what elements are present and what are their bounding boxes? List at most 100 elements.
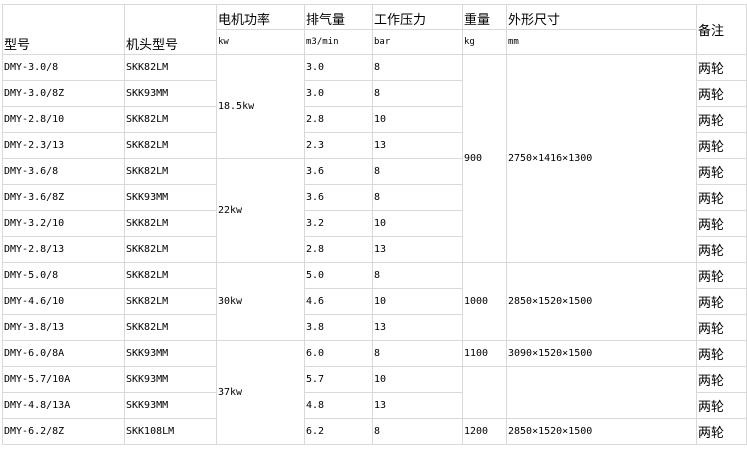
header-weight: 重量: [462, 4, 507, 30]
cell-pressure: 8: [372, 340, 463, 367]
cell-head-model: SKK93MM: [124, 392, 217, 419]
cell-remark: 两轮: [696, 288, 747, 315]
cell-remark: 两轮: [696, 262, 747, 289]
cell-pressure: 8: [372, 80, 463, 107]
cell-model: DMY-4.6/10: [2, 288, 125, 315]
cell-pressure: 10: [372, 288, 463, 315]
header-row: 型号 机头型号 电机功率 排气量 工作压力 重量 外形尺寸 备注: [2, 4, 747, 55]
cell-head-model: SKK93MM: [124, 366, 217, 393]
cell-remark: 两轮: [696, 80, 747, 107]
cell-remark: 两轮: [696, 158, 747, 185]
cell-head-model: SKK93MM: [124, 184, 217, 211]
cell-model: DMY-6.0/8A: [2, 340, 125, 367]
cell-remark: 两轮: [696, 184, 747, 211]
cell-dims: 2750×1416×1300: [506, 54, 697, 263]
cell-head-model: SKK93MM: [124, 80, 217, 107]
cell-pressure: 8: [372, 418, 463, 445]
cell-air: 5.0: [304, 262, 373, 289]
unit-pressure: bar: [372, 29, 463, 55]
cell-remark: 两轮: [696, 314, 747, 341]
cell-head-model: SKK82LM: [124, 54, 217, 81]
cell-model: DMY-4.8/13A: [2, 392, 125, 419]
cell-pressure: 10: [372, 210, 463, 237]
unit-dims: mm: [506, 29, 697, 55]
cell-model: DMY-3.8/13: [2, 314, 125, 341]
cell-pressure: 13: [372, 392, 463, 419]
cell-air: 3.6: [304, 184, 373, 211]
header-head-model: 机头型号: [124, 4, 217, 55]
cell-head-model: SKK82LM: [124, 236, 217, 263]
cell-air: 4.8: [304, 392, 373, 419]
cell-weight: 900: [462, 54, 507, 263]
cell-head-model: SKK82LM: [124, 106, 217, 133]
cell-power: 18.5kw: [216, 54, 305, 159]
cell-pressure: 13: [372, 236, 463, 263]
cell-air: 3.8: [304, 314, 373, 341]
cell-remark: 两轮: [696, 418, 747, 445]
header-pressure: 工作压力: [372, 4, 463, 30]
cell-remark: 两轮: [696, 340, 747, 367]
cell-head-model: SKK93MM: [124, 340, 217, 367]
cell-weight: 1000: [462, 262, 507, 341]
header-dims: 外形尺寸: [506, 4, 697, 30]
cell-remark: 两轮: [696, 210, 747, 237]
table-row: DMY-5.7/10A SKK93MM 5.7 10 两轮: [2, 366, 747, 419]
cell-model: DMY-3.6/8Z: [2, 184, 125, 211]
cell-pressure: 8: [372, 262, 463, 289]
cell-model: DMY-5.0/8: [2, 262, 125, 289]
cell-head-model: SKK82LM: [124, 314, 217, 341]
cell-model: DMY-3.0/8: [2, 54, 125, 81]
table-row: DMY-6.0/8A SKK93MM 37kw 6.0 8 1100 3090×1520×1…: [2, 340, 747, 445]
cell-pressure: 13: [372, 314, 463, 341]
cell-power: 37kw: [216, 340, 305, 445]
table-row: DMY-5.0/8 SKK82LM 30kw 5.0 8 1000 2850×1520×15…: [2, 262, 747, 341]
cell-model: DMY-2.8/10: [2, 106, 125, 133]
cell-power: 30kw: [216, 262, 305, 341]
cell-model: DMY-3.2/10: [2, 210, 125, 237]
cell-model: DMY-3.0/8Z: [2, 80, 125, 107]
cell-air: 4.6: [304, 288, 373, 315]
header-air: 排气量: [304, 4, 373, 30]
table-row: DMY-3.0/8 SKK82LM 18.5kw 3.0 8 900 2750×1416×1…: [2, 54, 747, 263]
cell-weight: [462, 366, 507, 419]
cell-model: DMY-2.8/13: [2, 236, 125, 263]
unit-air: m3/min: [304, 29, 373, 55]
cell-pressure: 8: [372, 158, 463, 185]
cell-model: DMY-2.3/13: [2, 132, 125, 159]
cell-pressure: 10: [372, 366, 463, 393]
cell-air: 3.0: [304, 80, 373, 107]
cell-model: DMY-5.7/10A: [2, 366, 125, 393]
spec-table: 型号 机头型号 电机功率 排气量 工作压力 重量 外形尺寸 备注 kw m3/m…: [2, 4, 747, 445]
cell-air: 2.8: [304, 236, 373, 263]
cell-head-model: SKK108LM: [124, 418, 217, 445]
table-body: 型号 机头型号 电机功率 排气量 工作压力 重量 外形尺寸 备注 kw m3/m…: [2, 4, 747, 445]
header-remark: 备注: [696, 4, 747, 55]
cell-air: 6.0: [304, 340, 373, 367]
unit-power: kw: [216, 29, 305, 55]
cell-remark: 两轮: [696, 132, 747, 159]
cell-dims: 2850×1520×1500: [506, 262, 697, 341]
unit-weight: kg: [462, 29, 507, 55]
cell-head-model: SKK82LM: [124, 158, 217, 185]
cell-head-model: SKK82LM: [124, 262, 217, 289]
cell-pressure: 13: [372, 132, 463, 159]
cell-dims: 2850×1520×1500: [506, 418, 697, 445]
cell-pressure: 8: [372, 54, 463, 81]
cell-weight: 1200: [462, 418, 507, 445]
cell-weight: 1100: [462, 340, 507, 367]
cell-pressure: 10: [372, 106, 463, 133]
cell-power: 22kw: [216, 158, 305, 263]
cell-air: 2.3: [304, 132, 373, 159]
cell-air: 3.2: [304, 210, 373, 237]
cell-air: 3.0: [304, 54, 373, 81]
cell-remark: 两轮: [696, 54, 747, 81]
cell-head-model: SKK82LM: [124, 132, 217, 159]
cell-air: 5.7: [304, 366, 373, 393]
header-power: 电机功率: [216, 4, 305, 30]
cell-air: 2.8: [304, 106, 373, 133]
cell-remark: 两轮: [696, 392, 747, 419]
cell-dims: [506, 366, 697, 419]
cell-remark: 两轮: [696, 236, 747, 263]
cell-air: 3.6: [304, 158, 373, 185]
cell-remark: 两轮: [696, 366, 747, 393]
